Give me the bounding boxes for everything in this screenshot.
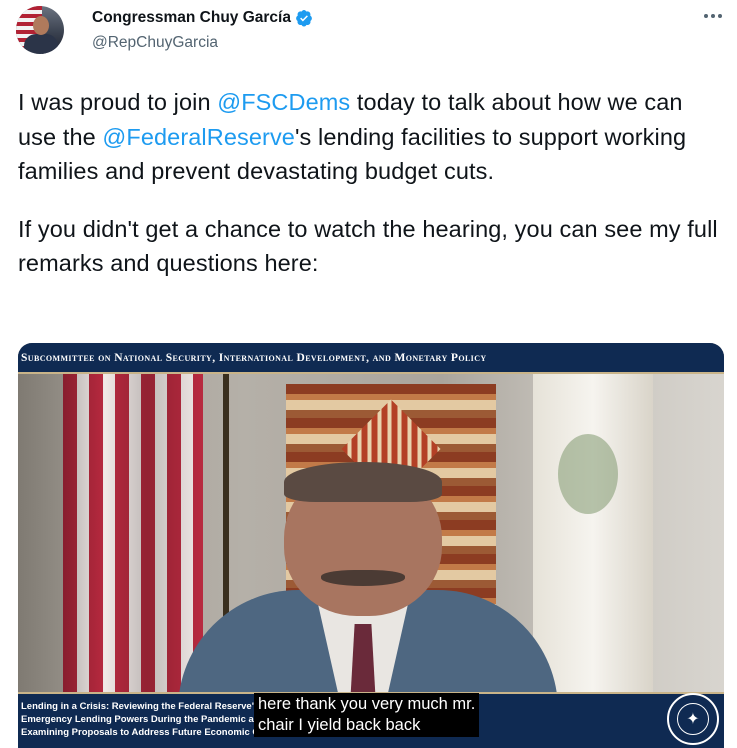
avatar-body — [24, 34, 58, 54]
house-financial-services-seal-icon: ✦ — [667, 693, 719, 745]
hearing-banner: Subcommittee on National Security, Inter… — [18, 343, 724, 372]
avatar-head — [33, 16, 49, 35]
tweet-text: I was proud to join @FSCDems today to ta… — [18, 85, 723, 281]
avatar[interactable] — [16, 6, 64, 54]
tweet-paragraph-2: If you didn't get a chance to watch the … — [18, 215, 718, 277]
banner-text: Subcommittee on National Security, Inter… — [21, 351, 487, 364]
illinois-flag-seal — [558, 434, 618, 514]
tweet[interactable]: Congressman Chuy García @RepChuyGarcia I… — [0, 0, 737, 748]
closed-caption: here thank you very much mr. chair I yie… — [254, 693, 480, 737]
video-media[interactable]: Subcommittee on National Security, Inter… — [18, 343, 724, 748]
verified-badge-icon — [296, 9, 312, 27]
tweet-paragraph-1: I was proud to join @FSCDems today to ta… — [18, 85, 723, 189]
author-name[interactable]: Congressman Chuy García — [92, 9, 291, 27]
video-frame — [18, 374, 724, 730]
speaker-mustache — [321, 570, 405, 586]
author-handle[interactable]: @RepChuyGarcia — [92, 34, 218, 52]
flag-shading — [63, 374, 203, 704]
illinois-flag — [533, 374, 653, 704]
speaker-hair — [284, 462, 442, 502]
hearing-title: Lending in a Crisis: Reviewing the Feder… — [21, 701, 281, 738]
mention-fscdems[interactable]: @FSCDems — [217, 89, 350, 115]
author-name-row[interactable]: Congressman Chuy García — [92, 8, 313, 28]
more-options-icon[interactable] — [700, 6, 726, 26]
tweet-text-segment: I was proud to join — [18, 89, 218, 115]
mention-federalreserve[interactable]: @FederalReserve — [102, 124, 295, 150]
eagle-icon: ✦ — [677, 703, 709, 735]
